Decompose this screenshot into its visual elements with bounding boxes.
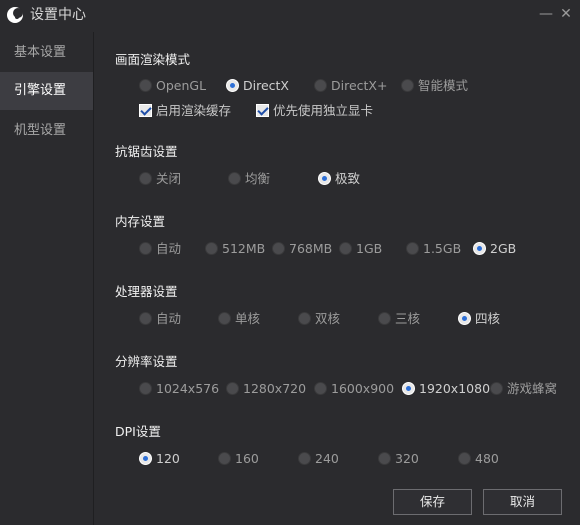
radio-icon	[406, 242, 419, 255]
checkbox-checked-icon	[139, 104, 152, 117]
settings-panel: 画面渲染模式 OpenGL DirectX DirectX+ 智能模式 启用渲染…	[94, 32, 580, 525]
radio-icon	[298, 312, 311, 325]
antialias-title: 抗锯齿设置	[115, 144, 178, 159]
cancel-button[interactable]: 取消	[483, 489, 562, 515]
radio-icon	[139, 312, 152, 325]
radio-icon	[139, 172, 152, 185]
sidebar-item-model[interactable]: 机型设置	[0, 112, 93, 150]
moon-logo-icon	[7, 7, 23, 23]
radio-icon	[314, 79, 327, 92]
save-button[interactable]: 保存	[393, 489, 472, 515]
radio-icon	[139, 79, 152, 92]
radio-icon	[218, 452, 231, 465]
radio-icon	[205, 242, 218, 255]
dpi-title: DPI设置	[115, 424, 161, 439]
minimize-button[interactable]: —	[536, 4, 556, 24]
radio-icon	[378, 312, 391, 325]
radio-icon	[218, 312, 231, 325]
radio-selected-icon	[226, 79, 239, 92]
radio-selected-icon	[318, 172, 331, 185]
sidebar: 基本设置 引擎设置 机型设置	[0, 32, 94, 525]
radio-icon	[378, 452, 391, 465]
window-title: 设置中心	[30, 7, 86, 23]
close-button[interactable]: ✕	[556, 4, 576, 24]
title-bar: 设置中心 — ✕	[0, 0, 580, 32]
minimize-icon: —	[539, 6, 553, 22]
radio-icon	[298, 452, 311, 465]
radio-selected-icon	[402, 382, 415, 395]
radio-icon	[272, 242, 285, 255]
close-icon: ✕	[560, 6, 572, 22]
radio-icon	[314, 382, 327, 395]
memory-title: 内存设置	[115, 214, 166, 229]
render-mode-title: 画面渲染模式	[115, 52, 191, 67]
radio-selected-icon	[458, 312, 471, 325]
radio-icon	[339, 242, 352, 255]
radio-icon	[458, 452, 471, 465]
radio-selected-icon	[139, 452, 152, 465]
cpu-title: 处理器设置	[115, 284, 178, 299]
radio-icon	[139, 242, 152, 255]
radio-icon	[226, 382, 239, 395]
radio-icon	[490, 382, 503, 395]
resolution-title: 分辨率设置	[115, 354, 178, 369]
checkbox-checked-icon	[256, 104, 269, 117]
sidebar-item-basic[interactable]: 基本设置	[0, 34, 93, 72]
radio-icon	[139, 382, 152, 395]
sidebar-item-engine[interactable]: 引擎设置	[0, 72, 93, 110]
radio-icon	[401, 79, 414, 92]
radio-icon	[228, 172, 241, 185]
radio-selected-icon	[473, 242, 486, 255]
